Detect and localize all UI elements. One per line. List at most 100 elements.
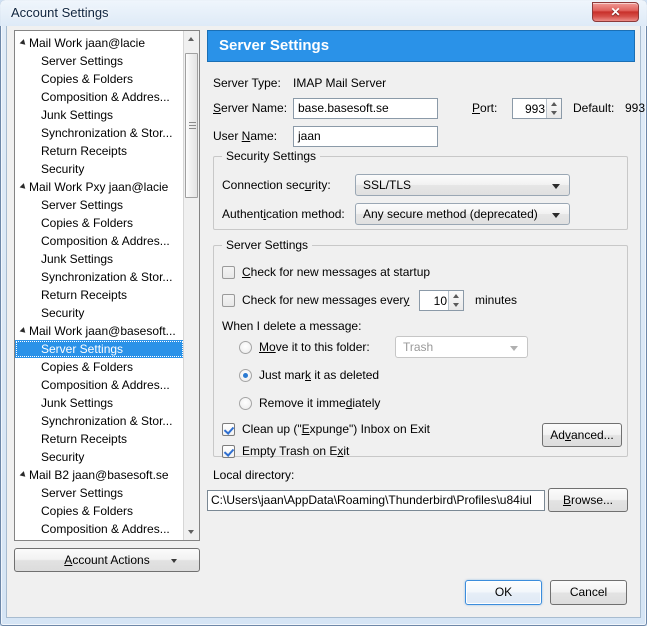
radio-move-folder-label: Move it to this folder: bbox=[259, 340, 370, 354]
advanced-button[interactable]: Advanced... bbox=[542, 423, 622, 447]
twisty-expanded-icon[interactable] bbox=[19, 471, 28, 479]
tree-item-row[interactable]: Copies & Folders bbox=[15, 502, 186, 520]
twisty-expanded-icon[interactable] bbox=[19, 39, 28, 47]
authentication-method-select[interactable]: Any secure method (deprecated) bbox=[355, 203, 570, 225]
tree-item-label: Junk Settings bbox=[41, 252, 114, 266]
expunge-inbox-checkbox[interactable] bbox=[222, 423, 235, 436]
port-spin-buttons[interactable] bbox=[546, 99, 561, 118]
browse-button[interactable]: Browse... bbox=[548, 488, 628, 512]
tree-item-row[interactable]: Server Settings bbox=[15, 52, 186, 70]
tree-item-row[interactable]: Copies & Folders bbox=[15, 214, 186, 232]
tree-item-row[interactable]: Synchronization & Stor... bbox=[15, 268, 186, 286]
check-interval-stepper[interactable]: 10 bbox=[419, 290, 464, 311]
tree-item-label: Junk Settings bbox=[41, 108, 114, 122]
tree-item-row[interactable]: Composition & Addres... bbox=[15, 88, 186, 106]
tree-item-row[interactable]: Return Receipts bbox=[15, 286, 186, 304]
port-default-value: 993 bbox=[625, 101, 646, 115]
tree-item-row[interactable]: Junk Settings bbox=[15, 394, 186, 412]
tree-item-row[interactable]: Composition & Addres... bbox=[15, 232, 186, 250]
check-interval-label: Check for new messages every bbox=[242, 293, 410, 307]
accounts-tree[interactable]: Mail Work jaan@lacie Server Settings Copie… bbox=[14, 30, 200, 541]
tree-scrollbar[interactable] bbox=[183, 31, 199, 540]
port-value: 993 bbox=[524, 102, 545, 116]
settings-pane: Server Settings Server Type: IMAP Mail S… bbox=[207, 30, 645, 530]
tree-account-row[interactable]: Mail Work Pxy jaan@lacie bbox=[15, 178, 186, 196]
tree-item-row[interactable]: Synchronization & Stor... bbox=[15, 412, 186, 430]
check-interval-value: 10 bbox=[433, 294, 447, 308]
tree-item-row[interactable]: Security bbox=[15, 448, 186, 466]
account-settings-dialog: Account Settings ✕ Mail Work jaan@lacie S… bbox=[0, 0, 647, 626]
chevron-down-icon bbox=[171, 559, 177, 563]
window-title: Account Settings bbox=[11, 5, 109, 20]
tree-item-label: Synchronization & Stor... bbox=[41, 270, 173, 284]
user-name-input[interactable]: jaan bbox=[293, 126, 438, 147]
chevron-down-icon bbox=[552, 184, 560, 189]
empty-trash-label: Empty Trash on Exit bbox=[242, 444, 350, 458]
trash-folder-value: Trash bbox=[403, 340, 434, 354]
minutes-label: minutes bbox=[475, 293, 518, 307]
tree-item-row[interactable]: Security bbox=[15, 160, 186, 178]
twisty-expanded-icon[interactable] bbox=[19, 183, 28, 191]
twisty-expanded-icon[interactable] bbox=[19, 327, 28, 335]
ok-button[interactable]: OK bbox=[465, 580, 542, 605]
radio-remove-immediately[interactable] bbox=[239, 397, 252, 410]
server-type-label: Server Type: bbox=[213, 76, 281, 90]
tree-item-row[interactable]: Server Settings bbox=[15, 340, 184, 358]
tree-item-row[interactable]: Server Settings bbox=[15, 196, 186, 214]
tree-item-label: Return Receipts bbox=[41, 144, 128, 158]
connection-security-select[interactable]: SSL/TLS bbox=[355, 174, 570, 196]
tree-item-row[interactable]: Return Receipts bbox=[15, 142, 186, 160]
port-stepper[interactable]: 993 bbox=[512, 98, 562, 119]
user-name-label: User Name: bbox=[213, 129, 278, 143]
tree-item-row[interactable]: Security bbox=[15, 304, 186, 322]
tree-item-row[interactable]: Composition & Addres... bbox=[15, 376, 186, 394]
tree-item-row[interactable]: Junk Settings bbox=[15, 106, 186, 124]
page-title: Server Settings bbox=[207, 30, 635, 62]
server-name-input[interactable]: base.basesoft.se bbox=[293, 98, 438, 119]
scroll-down-icon[interactable] bbox=[184, 524, 199, 540]
tree-item-label: Mail Work jaan@basesoft... bbox=[29, 324, 176, 338]
tree-account-row[interactable]: Mail B2 jaan@basesoft.se bbox=[15, 466, 186, 484]
check-startup-label: Check for new messages at startup bbox=[242, 265, 431, 279]
trash-folder-select[interactable]: Trash bbox=[395, 336, 528, 358]
tree-item-row[interactable]: Copies & Folders bbox=[15, 358, 186, 376]
connection-security-label: Connection security: bbox=[222, 178, 331, 192]
radio-move-folder[interactable] bbox=[239, 341, 252, 354]
check-interval-checkbox[interactable] bbox=[222, 294, 235, 307]
local-directory-input[interactable]: C:\Users\jaan\AppData\Roaming\Thunderbir… bbox=[207, 490, 545, 511]
cancel-button[interactable]: Cancel bbox=[550, 580, 627, 605]
tree-item-label: Composition & Addres... bbox=[41, 234, 170, 248]
tree-item-label: Mail Work Pxy jaan@lacie bbox=[29, 180, 169, 194]
close-icon[interactable]: ✕ bbox=[592, 2, 639, 22]
empty-trash-checkbox[interactable] bbox=[222, 445, 235, 458]
title-bar[interactable]: Account Settings ✕ bbox=[0, 0, 647, 26]
server-type-value: IMAP Mail Server bbox=[293, 76, 387, 90]
tree-item-row[interactable]: Junk Settings bbox=[15, 250, 186, 268]
account-actions-button[interactable]: Account Actions bbox=[14, 548, 200, 572]
port-label: Port: bbox=[472, 101, 498, 115]
tree-item-row[interactable]: Composition & Addres... bbox=[15, 520, 186, 538]
tree-item-label: Mail Work jaan@lacie bbox=[29, 36, 145, 50]
spinner-up-icon bbox=[453, 294, 459, 298]
tree-item-row[interactable]: Synchronization & Stor... bbox=[15, 124, 186, 142]
tree-item-label: Security bbox=[41, 306, 85, 320]
radio-mark-deleted[interactable] bbox=[239, 369, 252, 382]
tree-item-row[interactable]: Copies & Folders bbox=[15, 70, 186, 88]
radio-remove-immediately-label: Remove it immediately bbox=[259, 396, 381, 410]
interval-spin-buttons[interactable] bbox=[448, 291, 463, 310]
tree-item-label: Mail B2 jaan@basesoft.se bbox=[29, 468, 169, 482]
tree-item-label: Composition & Addres... bbox=[41, 378, 170, 392]
chevron-down-icon bbox=[552, 213, 560, 218]
scrollbar-thumb[interactable] bbox=[185, 53, 198, 198]
tree-item-label: Copies & Folders bbox=[41, 216, 134, 230]
scrollbar-grip-icon bbox=[189, 122, 196, 129]
server-name-label: Server Name: bbox=[213, 101, 288, 115]
tree-account-row[interactable]: Mail Work jaan@basesoft... bbox=[15, 322, 186, 340]
tree-account-row[interactable]: Mail Work jaan@lacie bbox=[15, 34, 186, 52]
tree-item-row[interactable]: Server Settings bbox=[15, 484, 186, 502]
check-startup-checkbox[interactable] bbox=[222, 266, 235, 279]
security-settings-title: Security Settings bbox=[222, 149, 321, 163]
scroll-up-icon[interactable] bbox=[184, 31, 199, 47]
tree-item-row[interactable]: Return Receipts bbox=[15, 430, 186, 448]
spinner-up-icon bbox=[551, 102, 557, 106]
